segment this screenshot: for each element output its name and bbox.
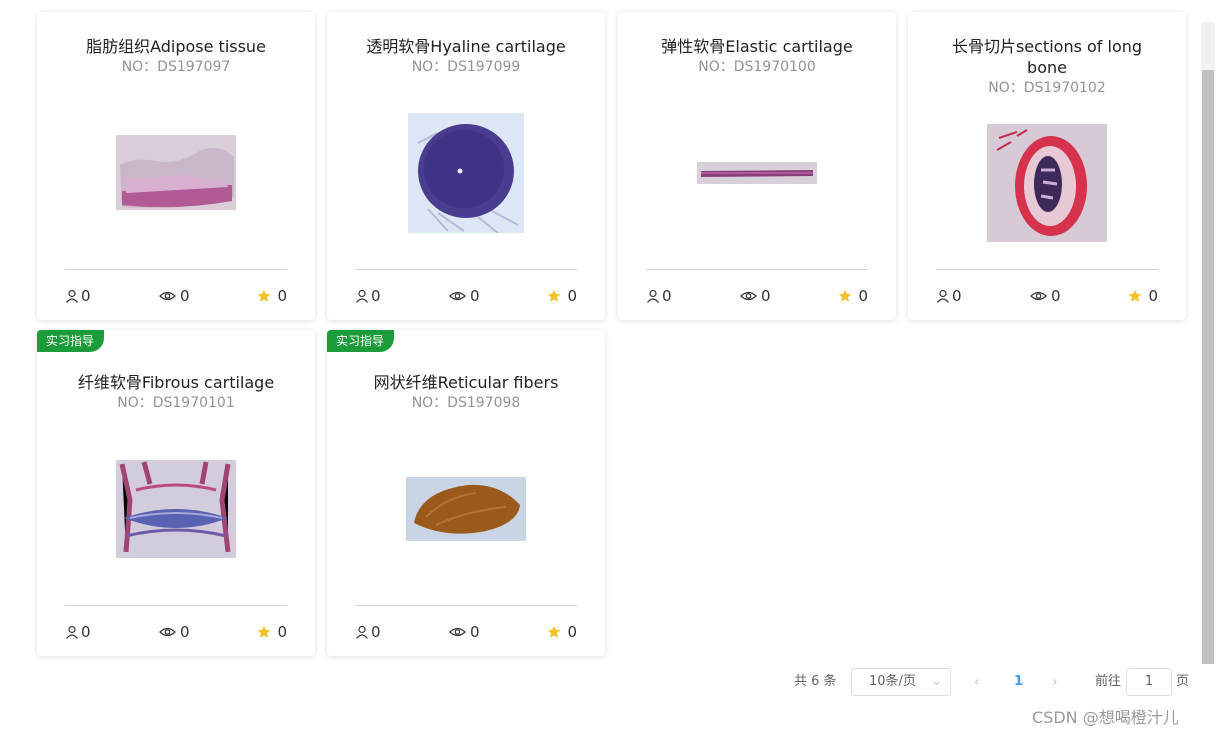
card-stats: 0 0 0 (355, 286, 577, 306)
eye-icon (159, 627, 176, 637)
star-icon (258, 289, 271, 302)
card-stats: 0 0 0 (936, 286, 1158, 306)
page-size-select[interactable]: 10条/页 ⌄ (851, 668, 951, 696)
card-title: 透明软骨Hyaline cartilage (366, 37, 566, 56)
user-icon (937, 289, 949, 303)
card-title: 网状纤维Reticular fibers (373, 373, 559, 392)
slide-card[interactable]: 实习指导 纤维软骨Fibrous cartilage NO：DS1970101 … (37, 330, 315, 656)
slide-thumbnail[interactable] (408, 113, 524, 233)
author-count: 0 (355, 286, 381, 306)
view-count: 0 (1030, 286, 1061, 306)
slide-thumbnail[interactable] (987, 124, 1107, 242)
slide-thumbnail[interactable] (116, 135, 236, 210)
card-divider (936, 269, 1158, 270)
view-count: 0 (449, 622, 480, 642)
favorite-count[interactable]: 0 (547, 622, 577, 642)
card-number: NO：DS1970101 (117, 395, 235, 411)
eye-icon (449, 291, 466, 301)
card-number: NO：DS1970100 (698, 59, 816, 75)
slide-card[interactable]: 弹性软骨Elastic cartilage NO：DS1970100 0 0 0 (618, 12, 896, 320)
eye-icon (1030, 291, 1047, 301)
card-number: NO：DS197099 (411, 59, 521, 75)
card-stats: 0 0 0 (355, 622, 577, 642)
favorite-count[interactable]: 0 (257, 286, 287, 306)
view-count: 0 (449, 286, 480, 306)
star-icon (548, 625, 561, 638)
slide-thumbnail[interactable] (116, 460, 236, 558)
favorite-count[interactable]: 0 (257, 622, 287, 642)
user-icon (647, 289, 659, 303)
page-number-current[interactable]: 1 (1014, 668, 1023, 696)
star-icon (548, 289, 561, 302)
next-page-button[interactable]: › (1052, 668, 1058, 696)
star-icon (839, 289, 852, 302)
user-icon (66, 289, 78, 303)
slide-card[interactable]: 透明软骨Hyaline cartilage NO：DS197099 0 0 0 (327, 12, 605, 320)
card-title: 长骨切片sections of long bone (951, 37, 1143, 77)
favorite-count[interactable]: 0 (1128, 286, 1158, 306)
guide-badge: 实习指导 (327, 330, 395, 352)
favorite-count[interactable]: 0 (547, 286, 577, 306)
card-title: 弹性软骨Elastic cartilage (661, 37, 853, 56)
card-number: NO：DS1970102 (988, 80, 1106, 96)
slide-thumbnail[interactable] (406, 477, 526, 541)
card-divider (646, 269, 868, 270)
watermark: CSDN @想喝橙汁儿 (1032, 708, 1179, 727)
card-divider (355, 605, 577, 606)
card-stats: 0 0 0 (65, 622, 287, 642)
view-count: 0 (740, 286, 771, 306)
card-divider (65, 605, 287, 606)
author-count: 0 (355, 622, 381, 642)
slide-thumbnail[interactable] (697, 162, 817, 184)
pagination-total: 共 6 条 (794, 674, 837, 689)
author-count: 0 (65, 622, 91, 642)
slide-card[interactable]: 实习指导 网状纤维Reticular fibers NO：DS197098 0 … (327, 330, 605, 656)
user-icon (356, 289, 368, 303)
author-count: 0 (65, 286, 91, 306)
goto-unit-label: 页 (1176, 674, 1190, 689)
goto-label: 前往 (1095, 674, 1122, 689)
view-count: 0 (159, 622, 190, 642)
author-count: 0 (936, 286, 962, 306)
card-divider (65, 269, 287, 270)
card-number: NO：DS197098 (411, 395, 521, 411)
eye-icon (449, 627, 466, 637)
star-icon (258, 625, 271, 638)
scrollbar-thumb[interactable] (1202, 70, 1214, 664)
card-stats: 0 0 0 (65, 286, 287, 306)
prev-page-button[interactable]: ‹ (974, 668, 980, 696)
chevron-down-icon: ⌄ (931, 674, 942, 689)
card-title: 纤维软骨Fibrous cartilage (77, 373, 275, 392)
slide-card[interactable]: 脂肪组织Adipose tissue NO：DS197097 0 0 0 (37, 12, 315, 320)
goto-page-input[interactable]: 1 (1126, 668, 1172, 696)
star-icon (1129, 289, 1142, 302)
card-number: NO：DS197097 (121, 59, 231, 75)
user-icon (66, 625, 78, 639)
guide-badge: 实习指导 (37, 330, 105, 352)
user-icon (356, 625, 368, 639)
eye-icon (740, 291, 757, 301)
card-divider (355, 269, 577, 270)
favorite-count[interactable]: 0 (838, 286, 868, 306)
card-stats: 0 0 0 (646, 286, 868, 306)
view-count: 0 (159, 286, 190, 306)
card-title: 脂肪组织Adipose tissue (86, 37, 266, 56)
author-count: 0 (646, 286, 672, 306)
slide-card[interactable]: 长骨切片sections of long bone NO：DS1970102 0… (908, 12, 1186, 320)
eye-icon (159, 291, 176, 301)
